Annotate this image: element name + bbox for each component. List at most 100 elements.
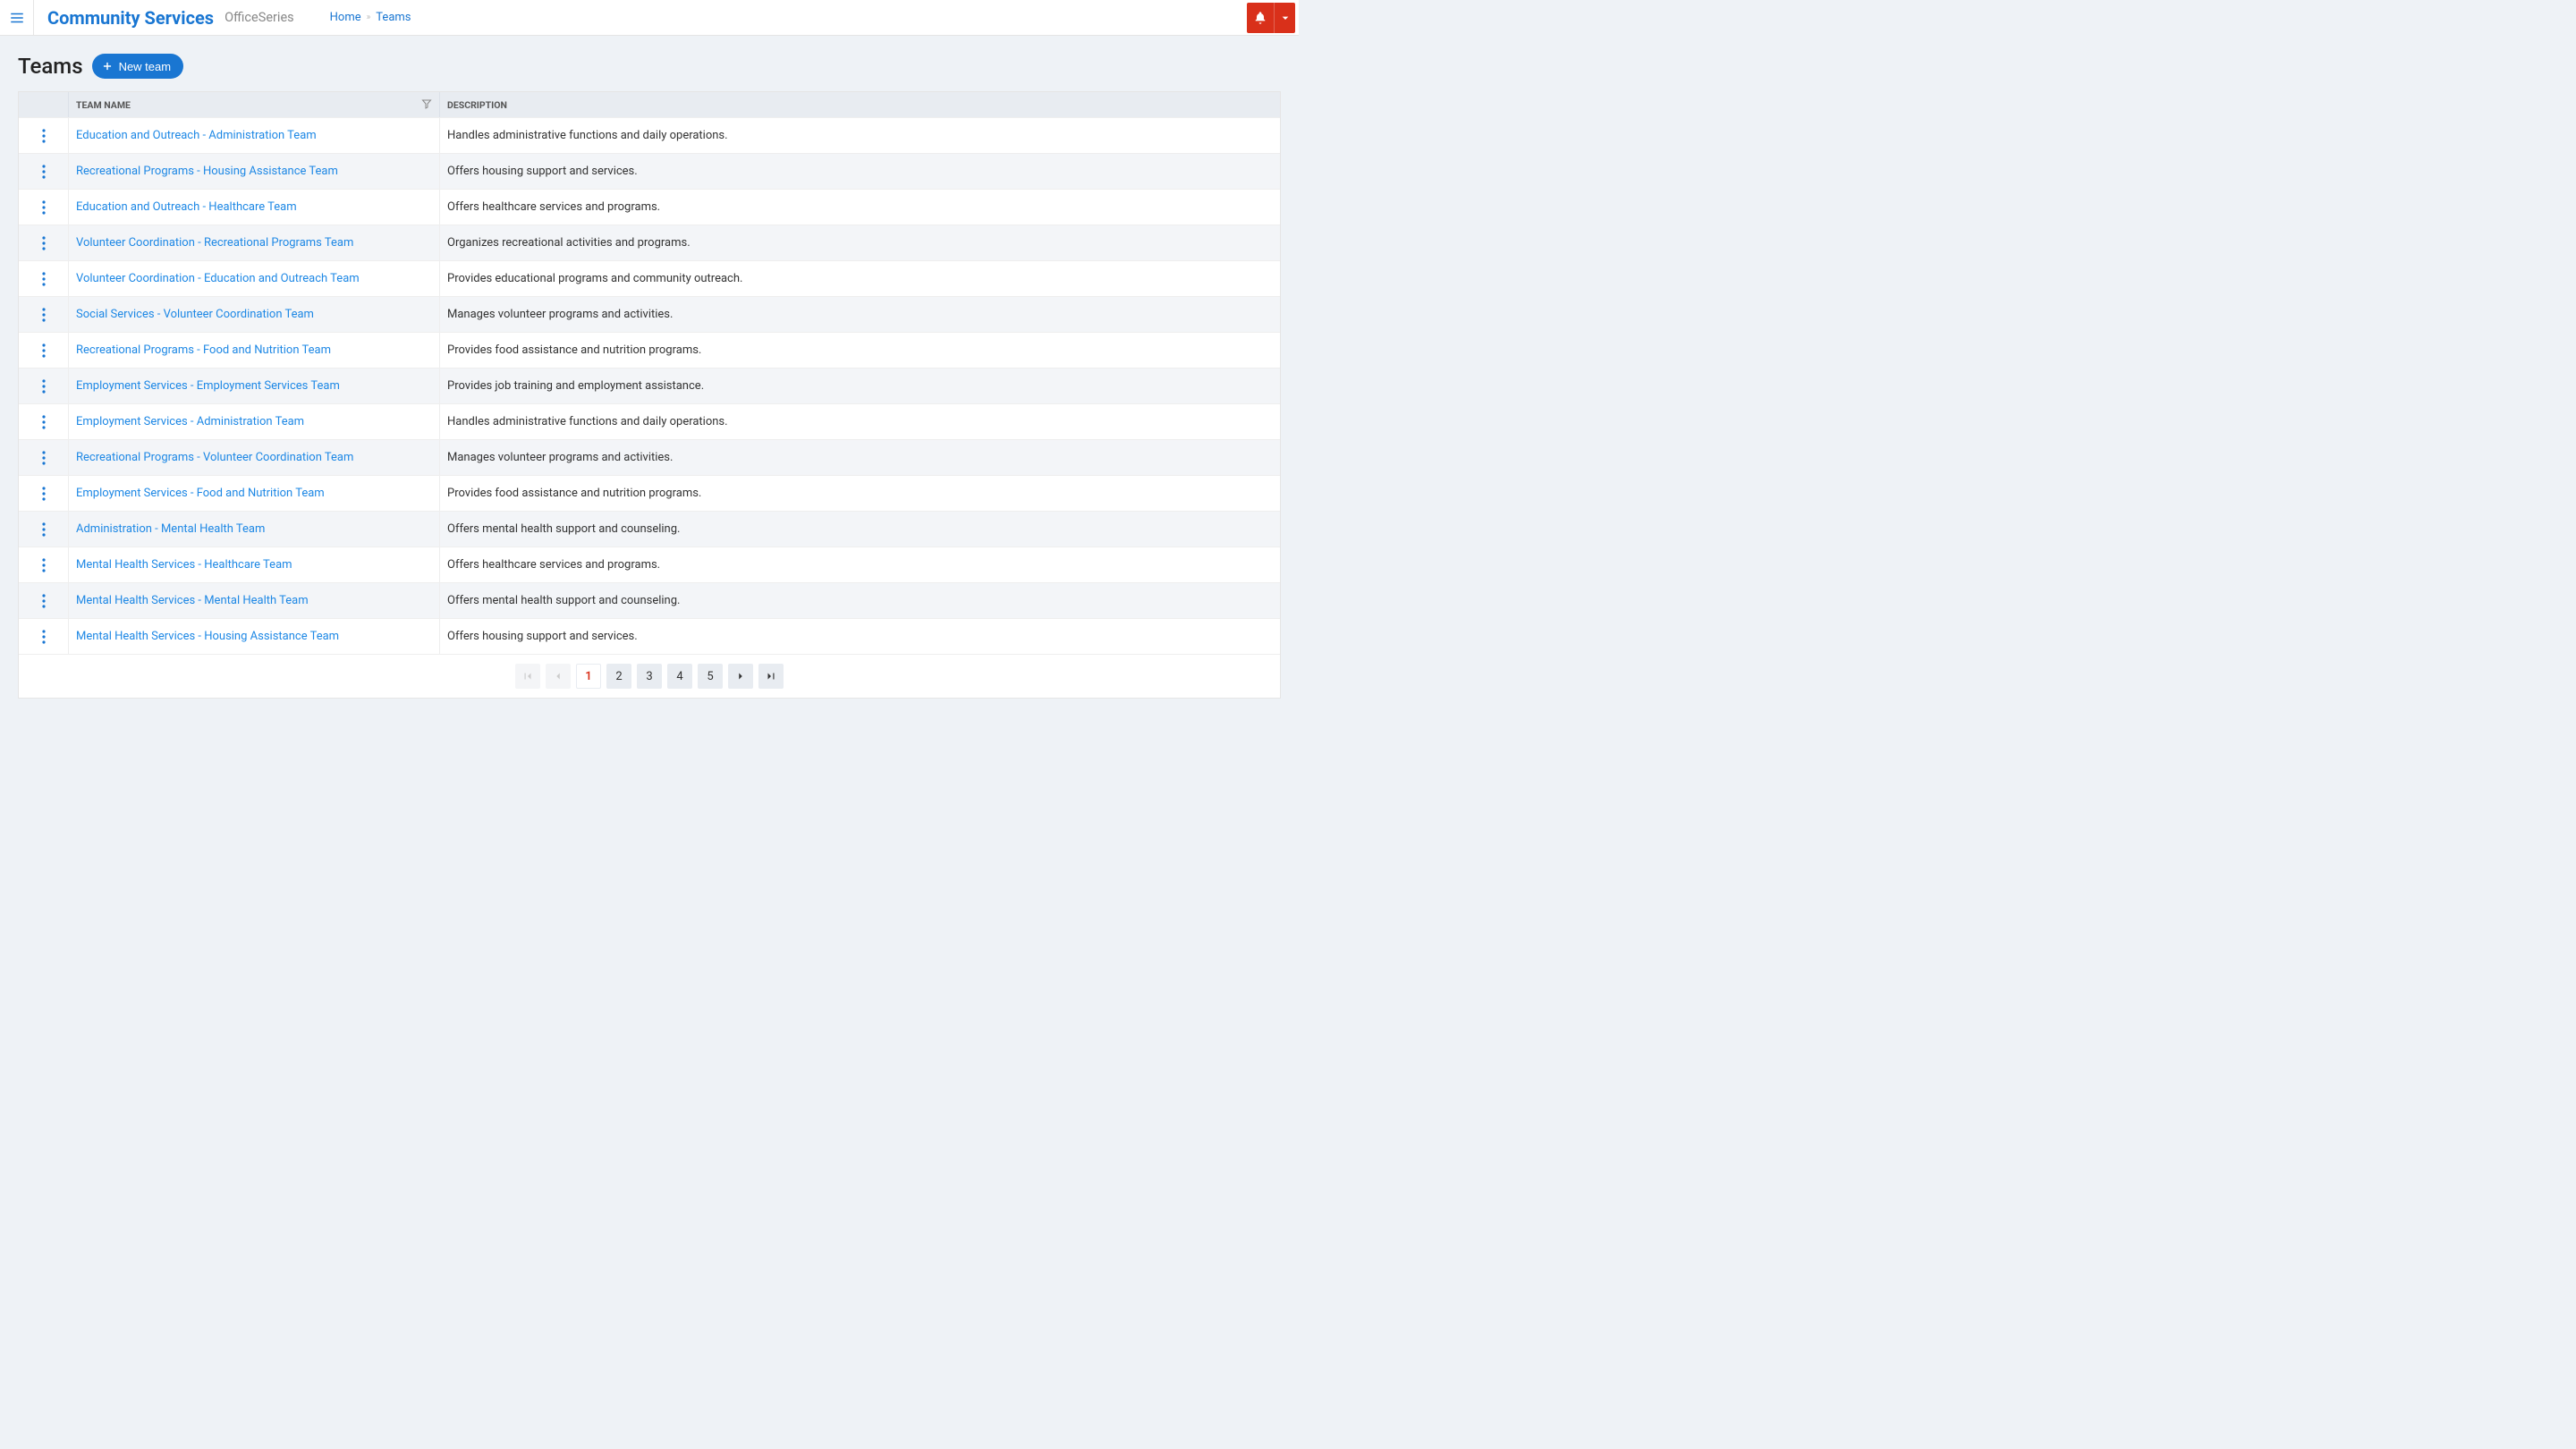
brand-subtitle: OfficeSeries [225,10,294,25]
row-actions-button[interactable] [19,512,69,547]
table-row: Administration - Mental Health Team Offe… [19,511,1280,547]
team-name-link[interactable]: Volunteer Coordination - Education and O… [76,272,360,285]
kebab-icon [42,630,46,644]
team-name-link[interactable]: Mental Health Services - Mental Health T… [76,594,309,607]
table-row: Mental Health Services - Mental Health T… [19,582,1280,618]
table-row: Recreational Programs - Food and Nutriti… [19,332,1280,368]
page-number-button[interactable]: 3 [637,664,662,689]
team-name-link[interactable]: Employment Services - Food and Nutrition… [76,487,325,500]
team-name-link[interactable]: Recreational Programs - Housing Assistan… [76,165,338,178]
team-name-link[interactable]: Mental Health Services - Housing Assista… [76,630,339,643]
bell-icon [1253,11,1267,25]
table-row: Volunteer Coordination - Education and O… [19,260,1280,296]
new-team-button[interactable]: New team [92,54,184,79]
team-name-link[interactable]: Volunteer Coordination - Recreational Pr… [76,236,353,250]
page-number-button[interactable]: 5 [698,664,723,689]
kebab-icon [42,200,46,215]
page-title: Teams [18,54,83,79]
column-header-name[interactable]: TEAM NAME [69,92,440,117]
table-row: Employment Services - Employment Service… [19,368,1280,403]
brand-title: Community Services [34,7,214,29]
row-actions-button[interactable] [19,297,69,332]
breadcrumb-home-link[interactable]: Home [330,11,361,24]
team-description-cell: Provides food assistance and nutrition p… [440,343,1280,357]
page-first-button [515,664,540,689]
page-next-button[interactable] [728,664,753,689]
new-team-label: New team [119,60,172,73]
page-content: Teams New team TEAM NAME DESCRIPTION Edu… [0,36,1299,716]
row-actions-button[interactable] [19,440,69,475]
column-header-description[interactable]: DESCRIPTION [440,92,1280,117]
table-row: Recreational Programs - Volunteer Coordi… [19,439,1280,475]
breadcrumb: Home » Teams [330,11,411,24]
team-name-cell: Employment Services - Food and Nutrition… [69,476,440,511]
team-name-link[interactable]: Education and Outreach - Healthcare Team [76,200,297,214]
chevron-last-icon [765,670,777,682]
page-number-button[interactable]: 2 [606,664,631,689]
team-name-cell: Social Services - Volunteer Coordination… [69,297,440,332]
filter-icon [421,98,432,109]
team-description-cell: Offers healthcare services and programs. [440,558,1280,572]
team-name-link[interactable]: Social Services - Volunteer Coordination… [76,308,314,321]
team-description-cell: Provides food assistance and nutrition p… [440,487,1280,500]
kebab-icon [42,522,46,537]
row-actions-button[interactable] [19,583,69,618]
team-description-cell: Manages volunteer programs and activitie… [440,451,1280,464]
team-name-cell: Volunteer Coordination - Recreational Pr… [69,225,440,260]
team-description-cell: Offers mental health support and counsel… [440,522,1280,536]
team-name-cell: Employment Services - Administration Tea… [69,404,440,439]
team-name-cell: Volunteer Coordination - Education and O… [69,261,440,296]
column-header-description-label: DESCRIPTION [447,99,507,111]
team-description-cell: Provides educational programs and commun… [440,272,1280,285]
table-row: Employment Services - Food and Nutrition… [19,475,1280,511]
breadcrumb-separator: » [367,13,371,22]
row-actions-button[interactable] [19,404,69,439]
kebab-icon [42,165,46,179]
team-name-link[interactable]: Recreational Programs - Volunteer Coordi… [76,451,353,464]
team-name-link[interactable]: Recreational Programs - Food and Nutriti… [76,343,331,357]
row-actions-button[interactable] [19,547,69,582]
team-name-link[interactable]: Employment Services - Employment Service… [76,379,340,393]
page-number-button[interactable]: 1 [576,664,601,689]
plus-icon [101,60,114,72]
team-name-link[interactable]: Employment Services - Administration Tea… [76,415,304,428]
team-name-cell: Mental Health Services - Healthcare Team [69,547,440,582]
menu-toggle-button[interactable] [0,0,34,36]
row-actions-button[interactable] [19,619,69,654]
team-name-link[interactable]: Administration - Mental Health Team [76,522,265,536]
team-description-cell: Offers housing support and services. [440,165,1280,178]
page-last-button[interactable] [758,664,784,689]
table-row: Recreational Programs - Housing Assistan… [19,153,1280,189]
row-actions-button[interactable] [19,118,69,153]
team-description-cell: Handles administrative functions and dai… [440,129,1280,142]
team-name-cell: Recreational Programs - Food and Nutriti… [69,333,440,368]
team-name-cell: Education and Outreach - Healthcare Team [69,190,440,225]
kebab-icon [42,272,46,286]
kebab-icon [42,129,46,143]
user-menu-button[interactable] [1274,3,1295,33]
table-body: Education and Outreach - Administration … [19,117,1280,654]
team-description-cell: Offers housing support and services. [440,630,1280,643]
notifications-button[interactable] [1247,3,1274,33]
filter-name-button[interactable] [421,98,432,112]
team-name-cell: Recreational Programs - Volunteer Coordi… [69,440,440,475]
page-prev-button [546,664,571,689]
table-row: Education and Outreach - Administration … [19,117,1280,153]
page-number-button[interactable]: 4 [667,664,692,689]
team-name-link[interactable]: Mental Health Services - Healthcare Team [76,558,292,572]
team-name-cell: Mental Health Services - Mental Health T… [69,583,440,618]
team-name-cell: Education and Outreach - Administration … [69,118,440,153]
row-actions-button[interactable] [19,333,69,368]
row-actions-button[interactable] [19,261,69,296]
row-actions-button[interactable] [19,476,69,511]
kebab-icon [42,487,46,501]
table-row: Employment Services - Administration Tea… [19,403,1280,439]
chevron-left-icon [552,670,564,682]
row-actions-button[interactable] [19,369,69,403]
row-actions-button[interactable] [19,225,69,260]
row-actions-button[interactable] [19,154,69,189]
team-name-link[interactable]: Education and Outreach - Administration … [76,129,317,142]
row-actions-button[interactable] [19,190,69,225]
team-description-cell: Offers mental health support and counsel… [440,594,1280,607]
table-header: TEAM NAME DESCRIPTION [19,92,1280,117]
